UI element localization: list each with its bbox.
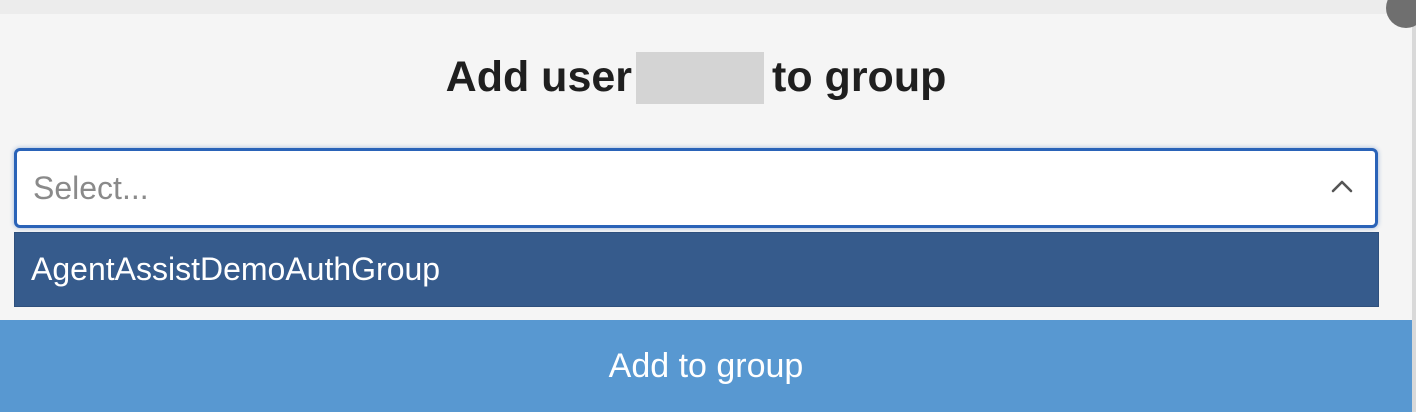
redacted-username bbox=[636, 51, 765, 104]
dropdown-option-label: AgentAssistDemoAuthGroup bbox=[31, 251, 441, 287]
dialog-title: Add user to group bbox=[0, 51, 1392, 106]
close-icon[interactable] bbox=[1386, 0, 1416, 28]
title-prefix: Add user bbox=[445, 53, 633, 101]
chevron-up-icon[interactable] bbox=[1327, 171, 1357, 201]
add-to-group-button[interactable]: Add to group bbox=[0, 320, 1412, 412]
title-suffix: to group bbox=[772, 53, 947, 101]
background-strip bbox=[0, 0, 1416, 14]
select-placeholder: Select... bbox=[33, 170, 149, 206]
dropdown-option-agentassistdemoauthgroup[interactable]: AgentAssistDemoAuthGroup bbox=[14, 232, 1379, 307]
group-select[interactable]: Select... bbox=[14, 148, 1378, 228]
add-user-to-group-dialog: Add user to group Select... AgentAssistDe… bbox=[0, 0, 1416, 412]
